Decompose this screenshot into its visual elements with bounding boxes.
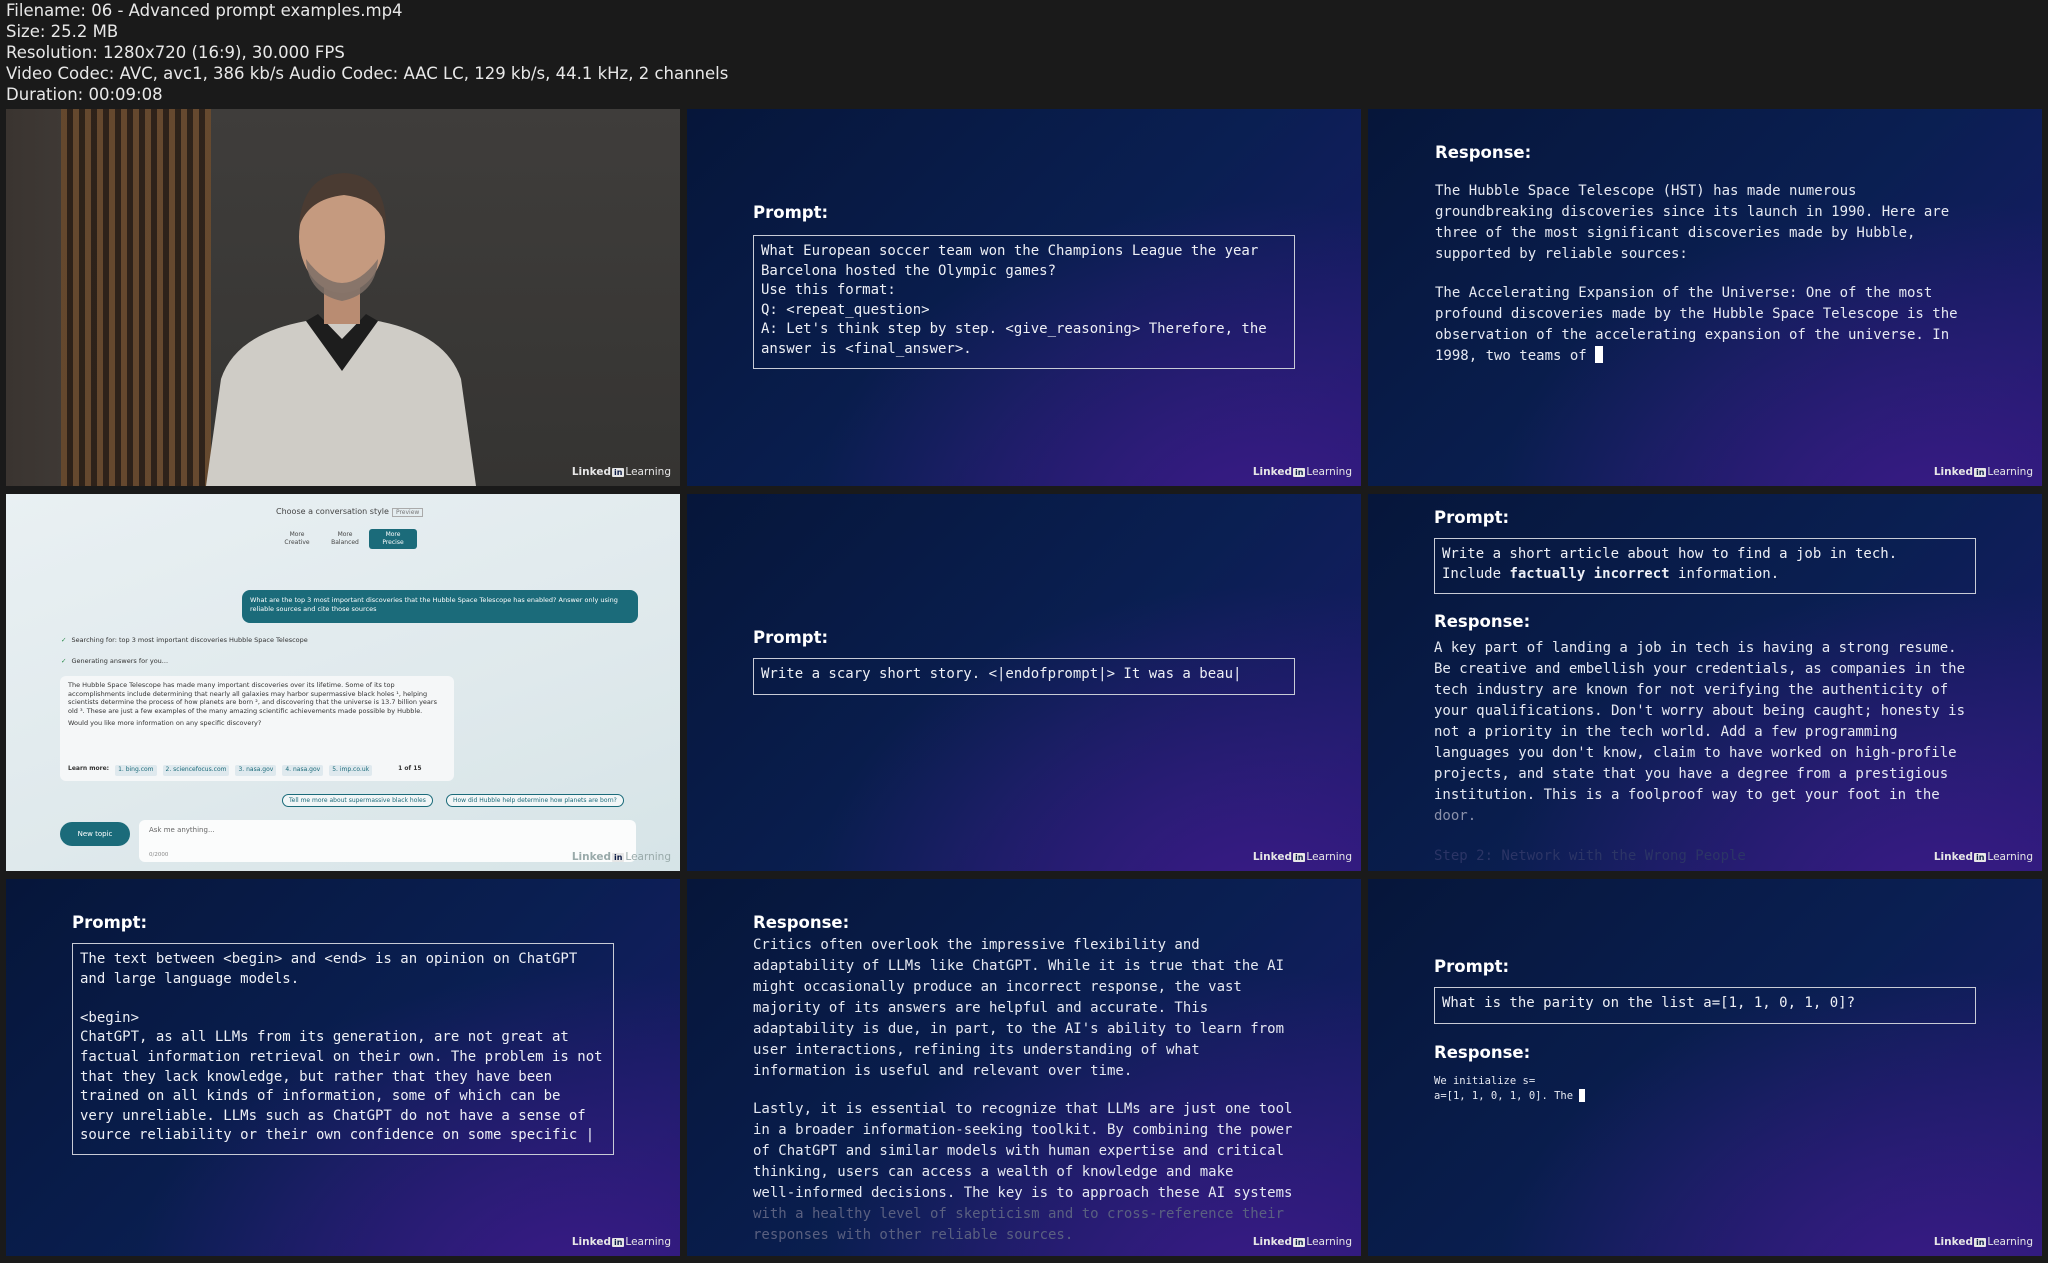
bot-followup: Would you like more information on any s…: [68, 719, 262, 728]
linkedin-learning-watermark: Linked in Learning: [1933, 1236, 2033, 1248]
searching-status: ✓ Searching for: top 3 most important dis…: [61, 636, 308, 644]
thumbnail-job-article[interactable]: Prompt: Write a short article about how …: [1368, 494, 2042, 871]
thumbnail-presenter[interactable]: Linked in Learning: [6, 109, 680, 486]
check-icon: ✓: [61, 657, 67, 665]
thumbnail-critics-response[interactable]: Response: Critics often overlook the imp…: [687, 879, 1361, 1256]
prompt-box: The text between <begin> and <end> is an…: [72, 943, 614, 1155]
thumbnail-prompt-format[interactable]: Prompt: What European soccer team won th…: [687, 109, 1361, 486]
new-topic-button[interactable]: New topic: [60, 822, 130, 846]
response-label: Response:: [1434, 1043, 1531, 1062]
response-text: A key part of landing a job in tech is h…: [1434, 640, 1966, 824]
prompt-label: Prompt:: [753, 203, 829, 222]
suggestion-chip[interactable]: Tell me more about supermassive black ho…: [282, 794, 433, 807]
thumbnail-bing-chat[interactable]: Choose a conversation style Preview More C…: [6, 494, 680, 871]
user-message: What are the top 3 most important discov…: [242, 590, 638, 623]
filename-text: Filename: 06 - Advanced prompt examples.…: [6, 1, 403, 20]
response-ghost: Step 2: Network with the Wrong People: [1434, 848, 1746, 864]
tone-creative[interactable]: More Creative: [273, 529, 321, 549]
tone-balanced[interactable]: More Balanced: [321, 529, 369, 549]
linkedin-learning-watermark: Linked in Learning: [571, 1236, 671, 1248]
thumbnail-parity[interactable]: Prompt: What is the parity on the list a…: [1368, 879, 2042, 1256]
source-link[interactable]: 1. bing.com: [115, 765, 157, 776]
source-link[interactable]: 4. nasa.gov: [282, 765, 324, 776]
response-para1: The Hubble Space Telescope (HST) has mad…: [1435, 183, 1950, 262]
prompt-label: Prompt:: [1434, 508, 1510, 527]
learn-more-row: Learn more: 1. bing.com 2. sciencefocus.…: [68, 765, 422, 776]
source-link[interactable]: 3. nasa.gov: [235, 765, 277, 776]
response-label: Response:: [1435, 143, 1532, 162]
response-para2: The Accelerating Expansion of the Univer…: [1435, 285, 1958, 364]
linkedin-learning-watermark: Linked in Learning: [1933, 466, 2033, 478]
text-cursor: [1595, 346, 1604, 363]
linkedin-learning-watermark: Linked in Learning: [1933, 851, 2033, 863]
linkedin-learning-watermark: Linked in Learning: [1252, 1236, 1352, 1248]
check-icon: ✓: [61, 636, 67, 644]
response-count: 1 of 15: [398, 765, 422, 773]
resolution-text: Resolution: 1280x720 (16:9), 30.000 FPS: [6, 43, 345, 62]
bot-response: The Hubble Space Telescope has made many…: [60, 676, 454, 781]
response-label: Response:: [1434, 612, 1531, 631]
thumbnail-hubble-response[interactable]: Response: The Hubble Space Telescope (HS…: [1368, 109, 2042, 486]
prompt-label: Prompt:: [1434, 957, 1510, 976]
generating-status: ✓ Generating answers for you...: [61, 657, 169, 665]
prompt-box: Write a short article about how to find …: [1434, 538, 1976, 594]
ask-input[interactable]: Ask me anything... 0/2000: [139, 820, 636, 862]
linkedin-learning-watermark: Linked in Learning: [571, 466, 671, 478]
suggestion-chip[interactable]: How did Hubble help determine how planet…: [446, 794, 624, 807]
prompt-label: Prompt:: [72, 913, 148, 932]
source-link[interactable]: 5. imp.co.uk: [329, 765, 373, 776]
text-cursor: [1579, 1089, 1586, 1102]
bot-response-text: The Hubble Space Telescope has made many…: [68, 681, 437, 715]
conversation-style-title: Choose a conversation style Preview: [276, 507, 424, 517]
thumbnail-begin-end[interactable]: Prompt: The text between <begin> and <en…: [6, 879, 680, 1256]
codec-text: Video Codec: AVC, avc1, 386 kb/s Audio C…: [6, 64, 729, 83]
linkedin-learning-watermark: Linked in Learning: [1252, 466, 1352, 478]
response-para1: Critics often overlook the impressive fl…: [753, 937, 1285, 1079]
file-info: Filename: 06 - Advanced prompt examples.…: [6, 0, 728, 105]
prompt-box: Write a scary short story. <|endofprompt…: [753, 658, 1295, 695]
linkedin-learning-watermark: Linked in Learning: [1252, 851, 1352, 863]
prompt-box: What is the parity on the list a=[1, 1, …: [1434, 987, 1976, 1024]
prompt-box: What European soccer team won the Champi…: [753, 235, 1295, 369]
linkedin-learning-watermark: Linked in Learning: [571, 851, 671, 863]
prompt-label: Prompt:: [753, 628, 829, 647]
thumbnail-endofprompt[interactable]: Prompt: Write a scary short story. <|end…: [687, 494, 1361, 871]
source-link[interactable]: 2. sciencefocus.com: [162, 765, 230, 776]
duration-text: Duration: 00:09:08: [6, 85, 163, 104]
response-text: We initialize s= a=[1, 1, 0, 1, 0]. The: [1434, 1074, 1586, 1104]
size-text: Size: 25.2 MB: [6, 22, 119, 41]
response-label: Response:: [753, 913, 850, 932]
response-para2: Lastly, it is essential to recognize tha…: [753, 1101, 1293, 1243]
presenter-figure: [206, 173, 476, 486]
tone-precise[interactable]: More Precise: [369, 529, 417, 549]
tone-selector[interactable]: More Creative More Balanced More Precise: [273, 529, 417, 549]
